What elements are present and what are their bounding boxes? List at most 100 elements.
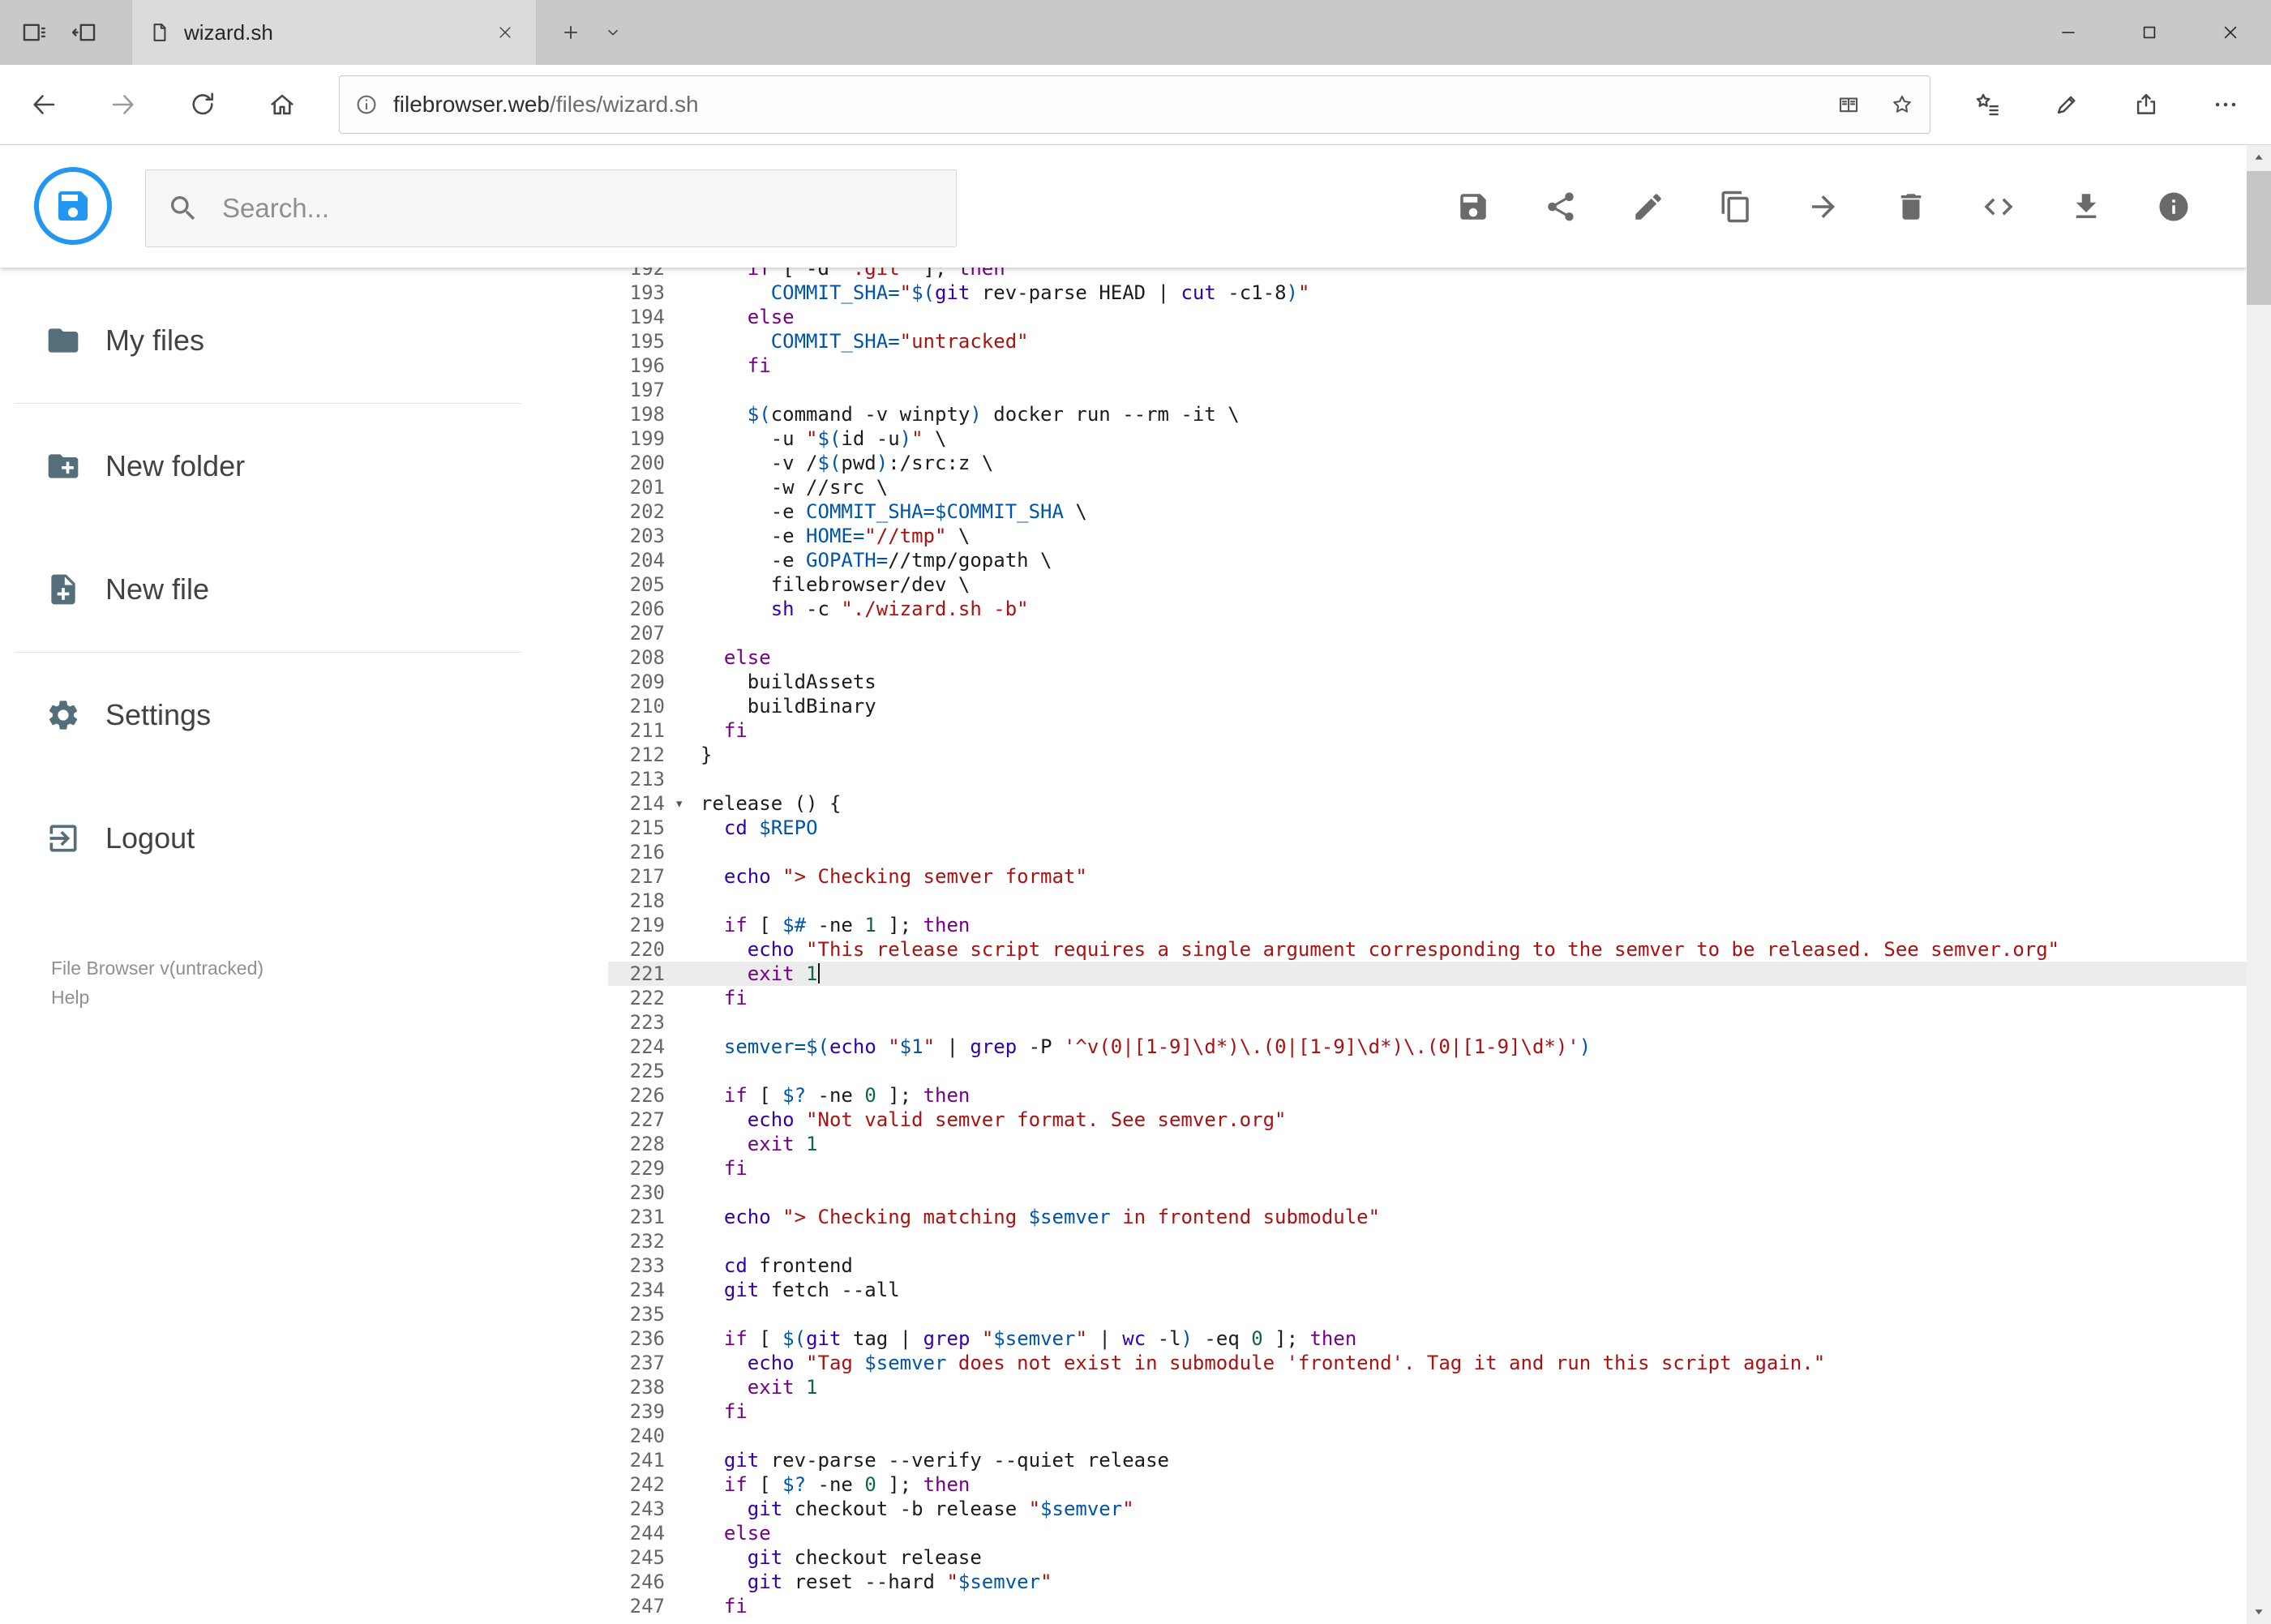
sidebar-item-new-folder[interactable]: New folder bbox=[0, 430, 608, 503]
scrollbar-thumb[interactable] bbox=[2247, 171, 2271, 305]
app-logo[interactable] bbox=[34, 167, 112, 245]
code-line-225[interactable]: 225 bbox=[608, 1059, 2247, 1083]
search-input[interactable] bbox=[221, 170, 956, 246]
copy-button[interactable] bbox=[1712, 182, 1760, 231]
code-line-241[interactable]: 241 git rev-parse --verify --quiet relea… bbox=[608, 1448, 2247, 1472]
web-note-button[interactable] bbox=[2044, 82, 2089, 127]
code-line-214[interactable]: 214 ▾ release () { bbox=[608, 791, 2247, 816]
reading-view-button[interactable] bbox=[1829, 85, 1868, 124]
code-line-194[interactable]: 194 else bbox=[608, 305, 2247, 329]
minimize-button[interactable] bbox=[2028, 0, 2109, 65]
code-line-232[interactable]: 232 bbox=[608, 1229, 2247, 1253]
code-line-204[interactable]: 204 -e GOPATH=//tmp/gopath \ bbox=[608, 548, 2247, 572]
code-line-199[interactable]: 199 -u "$(id -u)" \ bbox=[608, 426, 2247, 451]
browser-tab[interactable]: wizard.sh bbox=[131, 0, 537, 65]
code-line-216[interactable]: 216 bbox=[608, 840, 2247, 864]
code-line-220[interactable]: 220 echo "This release script requires a… bbox=[608, 937, 2247, 962]
sidebar-item-new-file[interactable]: New file bbox=[0, 553, 608, 626]
maximize-button[interactable] bbox=[2109, 0, 2190, 65]
new-tab-button[interactable] bbox=[548, 10, 593, 55]
code-line-223[interactable]: 223 bbox=[608, 1010, 2247, 1035]
code-line-226[interactable]: 226 if [ $? -ne 0 ]; then bbox=[608, 1083, 2247, 1108]
address-bar[interactable]: filebrowser.web/files/wizard.sh bbox=[339, 75, 1930, 134]
delete-button[interactable] bbox=[1887, 182, 1935, 231]
code-line-239[interactable]: 239 fi bbox=[608, 1399, 2247, 1424]
code-line-231[interactable]: 231 echo "> Checking matching $semver in… bbox=[608, 1205, 2247, 1229]
code-line-217[interactable]: 217 echo "> Checking semver format" bbox=[608, 864, 2247, 889]
code-line-207[interactable]: 207 bbox=[608, 621, 2247, 645]
code-line-196[interactable]: 196 fi bbox=[608, 354, 2247, 378]
code-line-244[interactable]: 244 else bbox=[608, 1521, 2247, 1545]
favorite-button[interactable] bbox=[1883, 85, 1922, 124]
search-bar[interactable] bbox=[145, 169, 957, 247]
save-button[interactable] bbox=[1449, 182, 1498, 231]
code-line-200[interactable]: 200 -v /$(pwd):/src:z \ bbox=[608, 451, 2247, 475]
refresh-button[interactable] bbox=[180, 82, 225, 127]
tab-list-button[interactable] bbox=[593, 10, 632, 55]
sidebar-item-logout[interactable]: Logout bbox=[0, 802, 608, 875]
code-line-215[interactable]: 215 cd $REPO bbox=[608, 816, 2247, 840]
scroll-up-button[interactable] bbox=[2247, 145, 2271, 169]
page-scrollbar[interactable] bbox=[2247, 145, 2271, 1624]
home-button[interactable] bbox=[259, 82, 305, 127]
code-line-229[interactable]: 229 fi bbox=[608, 1156, 2247, 1181]
share-page-button[interactable] bbox=[2123, 82, 2169, 127]
edit-button[interactable] bbox=[1624, 182, 1673, 231]
code-line-201[interactable]: 201 -w //src \ bbox=[608, 475, 2247, 499]
code-editor[interactable]: 192 if [ -d ".git" ]; then 193 COMMIT_SHA… bbox=[608, 268, 2247, 1624]
code-line-192[interactable]: 192 if [ -d ".git" ]; then bbox=[608, 268, 2247, 281]
code-line-228[interactable]: 228 exit 1 bbox=[608, 1132, 2247, 1156]
code-line-235[interactable]: 235 bbox=[608, 1302, 2247, 1326]
code-line-246[interactable]: 246 git reset --hard "$semver" bbox=[608, 1570, 2247, 1594]
code-line-245[interactable]: 245 git checkout release bbox=[608, 1545, 2247, 1570]
sidebar-item-settings[interactable]: Settings bbox=[0, 679, 608, 752]
code-line-219[interactable]: 219 if [ $# -ne 1 ]; then bbox=[608, 913, 2247, 937]
site-info-icon[interactable] bbox=[354, 92, 379, 117]
code-line-243[interactable]: 243 git checkout -b release "$semver" bbox=[608, 1497, 2247, 1521]
code-line-197[interactable]: 197 bbox=[608, 378, 2247, 402]
forward-button[interactable] bbox=[101, 82, 146, 127]
code-line-206[interactable]: 206 sh -c "./wizard.sh -b" bbox=[608, 597, 2247, 621]
more-options-button[interactable] bbox=[2203, 82, 2248, 127]
set-tabs-aside-button[interactable] bbox=[62, 10, 107, 55]
code-line-210[interactable]: 210 buildBinary bbox=[608, 694, 2247, 718]
code-line-208[interactable]: 208 else bbox=[608, 645, 2247, 670]
code-line-233[interactable]: 233 cd frontend bbox=[608, 1253, 2247, 1278]
code-line-213[interactable]: 213 bbox=[608, 767, 2247, 791]
raw-code-button[interactable] bbox=[1974, 182, 2023, 231]
code-line-222[interactable]: 222 fi bbox=[608, 986, 2247, 1010]
code-line-202[interactable]: 202 -e COMMIT_SHA=$COMMIT_SHA \ bbox=[608, 499, 2247, 524]
code-line-221[interactable]: 221 exit 1 bbox=[608, 962, 2247, 986]
hub-button[interactable] bbox=[1965, 82, 2010, 127]
code-line-205[interactable]: 205 filebrowser/dev \ bbox=[608, 572, 2247, 597]
fold-marker-icon[interactable]: ▾ bbox=[673, 791, 701, 816]
code-line-236[interactable]: 236 if [ $(git tag | grep "$semver" | wc… bbox=[608, 1326, 2247, 1351]
code-line-195[interactable]: 195 COMMIT_SHA="untracked" bbox=[608, 329, 2247, 354]
code-line-234[interactable]: 234 git fetch --all bbox=[608, 1278, 2247, 1302]
code-line-237[interactable]: 237 echo "Tag $semver does not exist in … bbox=[608, 1351, 2247, 1375]
download-button[interactable] bbox=[2062, 182, 2110, 231]
code-line-230[interactable]: 230 bbox=[608, 1181, 2247, 1205]
close-button[interactable] bbox=[2190, 0, 2271, 65]
code-line-218[interactable]: 218 bbox=[608, 889, 2247, 913]
back-button[interactable] bbox=[21, 82, 66, 127]
help-link[interactable]: Help bbox=[51, 983, 264, 1012]
code-line-203[interactable]: 203 -e HOME="//tmp" \ bbox=[608, 524, 2247, 548]
scroll-down-button[interactable] bbox=[2247, 1600, 2271, 1624]
code-line-224[interactable]: 224 semver=$(echo "$1" | grep -P '^v(0|[… bbox=[608, 1035, 2247, 1059]
code-line-242[interactable]: 242 if [ $? -ne 0 ]; then bbox=[608, 1472, 2247, 1497]
code-line-211[interactable]: 211 fi bbox=[608, 718, 2247, 743]
tab-close-button[interactable] bbox=[489, 16, 521, 49]
info-button[interactable] bbox=[2149, 182, 2198, 231]
code-line-247[interactable]: 247 fi bbox=[608, 1594, 2247, 1618]
share-button[interactable] bbox=[1536, 182, 1585, 231]
code-line-198[interactable]: 198 $(command -v winpty) docker run --rm… bbox=[608, 402, 2247, 426]
tabs-aside-button[interactable] bbox=[11, 10, 57, 55]
code-line-209[interactable]: 209 buildAssets bbox=[608, 670, 2247, 694]
code-line-212[interactable]: 212} bbox=[608, 743, 2247, 767]
move-button[interactable] bbox=[1799, 182, 1848, 231]
code-line-227[interactable]: 227 echo "Not valid semver format. See s… bbox=[608, 1108, 2247, 1132]
sidebar-item-my-files[interactable]: My files bbox=[0, 304, 608, 377]
code-line-193[interactable]: 193 COMMIT_SHA="$(git rev-parse HEAD | c… bbox=[608, 281, 2247, 305]
code-line-240[interactable]: 240 bbox=[608, 1424, 2247, 1448]
